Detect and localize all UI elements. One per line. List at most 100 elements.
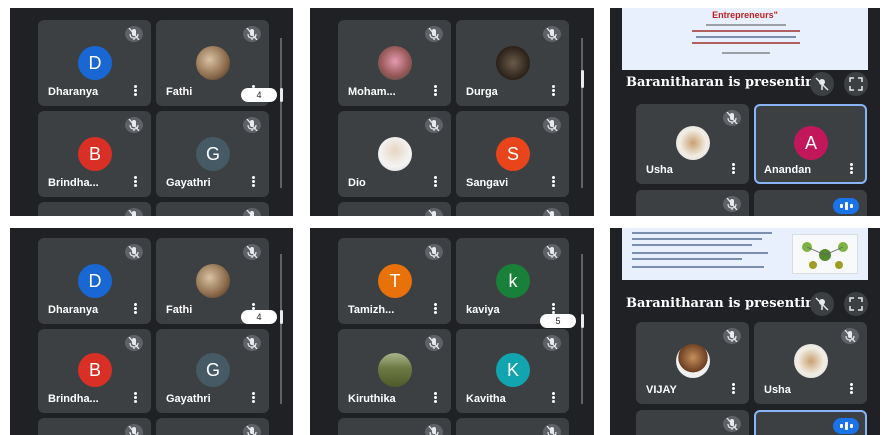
- avatar: K: [496, 353, 530, 387]
- participant-tile-active[interactable]: [754, 410, 867, 435]
- participant-tile[interactable]: [338, 202, 451, 216]
- fullscreen-icon[interactable]: [844, 292, 868, 316]
- avatar: G: [196, 353, 230, 387]
- participant-name: Gayathri: [166, 393, 211, 405]
- more-options-icon[interactable]: [850, 163, 853, 174]
- mic-off-icon: [125, 244, 143, 260]
- more-options-icon[interactable]: [434, 176, 437, 187]
- participant-tile[interactable]: [456, 418, 569, 435]
- participant-tile[interactable]: B Brindha...: [38, 111, 151, 197]
- participant-tile[interactable]: Kiruthika: [338, 329, 451, 413]
- participant-name: Brindha...: [48, 393, 99, 405]
- scrollbar-track[interactable]: [280, 254, 282, 404]
- more-options-icon[interactable]: [252, 392, 255, 403]
- fullscreen-icon[interactable]: [844, 72, 868, 96]
- more-options-icon[interactable]: [552, 392, 555, 403]
- scrollbar-thumb[interactable]: [581, 70, 584, 88]
- scrollbar-track[interactable]: [581, 38, 583, 188]
- mic-off-icon: [243, 117, 261, 133]
- participant-tile[interactable]: VIJAY: [636, 322, 749, 404]
- participant-name: Fathi: [166, 86, 193, 98]
- mic-off-icon: [723, 416, 741, 432]
- more-options-icon[interactable]: [134, 392, 137, 403]
- scrollbar-track[interactable]: [280, 38, 282, 188]
- participant-tile[interactable]: [38, 418, 151, 435]
- participant-tile[interactable]: [338, 418, 451, 435]
- mic-off-icon: [243, 424, 261, 435]
- scrollbar-track[interactable]: [581, 254, 583, 404]
- participant-tile[interactable]: Moham...: [338, 20, 451, 106]
- mic-off-icon: [841, 328, 859, 344]
- more-options-icon[interactable]: [134, 303, 137, 314]
- speaking-indicator-icon: [833, 198, 859, 214]
- more-options-icon[interactable]: [732, 383, 735, 394]
- meet-panel-1: D Dharanya Fathi B Brindha... G Gayathri…: [10, 8, 293, 216]
- more-options-icon[interactable]: [134, 85, 137, 96]
- more-options-icon[interactable]: [552, 85, 555, 96]
- participant-tile-active[interactable]: A Anandan: [754, 104, 867, 184]
- participant-tile[interactable]: [754, 190, 867, 216]
- unpin-icon[interactable]: [810, 72, 834, 96]
- avatar: A: [794, 126, 828, 160]
- more-options-icon[interactable]: [434, 303, 437, 314]
- participant-tile[interactable]: G Gayathri: [156, 111, 269, 197]
- participant-tile[interactable]: k kaviya: [456, 238, 569, 324]
- participant-name: Dio: [348, 177, 366, 189]
- mic-off-icon: [125, 424, 143, 435]
- participant-tile[interactable]: D Dharanya: [38, 20, 151, 106]
- participant-tile[interactable]: [156, 418, 269, 435]
- participant-tile[interactable]: [456, 202, 569, 216]
- more-options-icon[interactable]: [732, 163, 735, 174]
- participant-name: Moham...: [348, 86, 396, 98]
- speaking-indicator-icon: [833, 418, 859, 434]
- meet-panel-2: Moham... Durga Dio S Sangavi: [310, 8, 594, 216]
- participant-tile[interactable]: B Brindha...: [38, 329, 151, 413]
- mic-off-icon: [723, 196, 741, 212]
- participant-tile[interactable]: Usha: [754, 322, 867, 404]
- mic-off-icon: [543, 335, 561, 351]
- participant-tile[interactable]: [156, 202, 269, 216]
- scrollbar-thumb[interactable]: [280, 88, 283, 102]
- participant-tile[interactable]: G Gayathri: [156, 329, 269, 413]
- meet-panel-4: D Dharanya Fathi B Brindha... G Gayathri…: [10, 228, 293, 435]
- meet-panel-3: Entrepreneurs" Baranitharan is presentin…: [610, 8, 880, 216]
- scrollbar-thumb[interactable]: [581, 314, 584, 328]
- mic-off-icon: [425, 335, 443, 351]
- avatar-photo: [196, 46, 230, 80]
- participant-tile[interactable]: [38, 202, 151, 216]
- more-options-icon[interactable]: [434, 85, 437, 96]
- participant-tile[interactable]: Usha: [636, 104, 749, 184]
- avatar: G: [196, 137, 230, 171]
- participant-name: Usha: [764, 384, 791, 396]
- avatar-photo: [794, 344, 828, 378]
- more-options-icon[interactable]: [252, 176, 255, 187]
- participant-name: Anandan: [764, 164, 812, 176]
- avatar-photo: [676, 126, 710, 160]
- avatar: B: [78, 137, 112, 171]
- mic-off-icon: [243, 208, 261, 216]
- participant-tile[interactable]: [636, 190, 749, 216]
- presentation-slide: Entrepreneurs": [622, 8, 868, 70]
- participant-name: Dharanya: [48, 86, 99, 98]
- participant-tile[interactable]: S Sangavi: [456, 111, 569, 197]
- participant-tile[interactable]: K Kavitha: [456, 329, 569, 413]
- participant-tile[interactable]: Durga: [456, 20, 569, 106]
- scrollbar-thumb[interactable]: [280, 310, 283, 324]
- unpin-icon[interactable]: [810, 292, 834, 316]
- avatar-photo: [676, 344, 710, 378]
- participant-tile[interactable]: T Tamizh...: [338, 238, 451, 324]
- avatar-photo: [196, 264, 230, 298]
- mic-off-icon: [125, 117, 143, 133]
- more-options-icon[interactable]: [552, 303, 555, 314]
- participant-tile[interactable]: [636, 410, 749, 435]
- more-options-icon[interactable]: [850, 383, 853, 394]
- participant-name: Durga: [466, 86, 498, 98]
- more-options-icon[interactable]: [552, 176, 555, 187]
- participant-name: Brindha...: [48, 177, 99, 189]
- participant-name: kaviya: [466, 304, 500, 316]
- more-options-icon[interactable]: [434, 392, 437, 403]
- participant-name: Fathi: [166, 304, 193, 316]
- more-options-icon[interactable]: [134, 176, 137, 187]
- participant-tile[interactable]: D Dharanya: [38, 238, 151, 324]
- participant-tile[interactable]: Dio: [338, 111, 451, 197]
